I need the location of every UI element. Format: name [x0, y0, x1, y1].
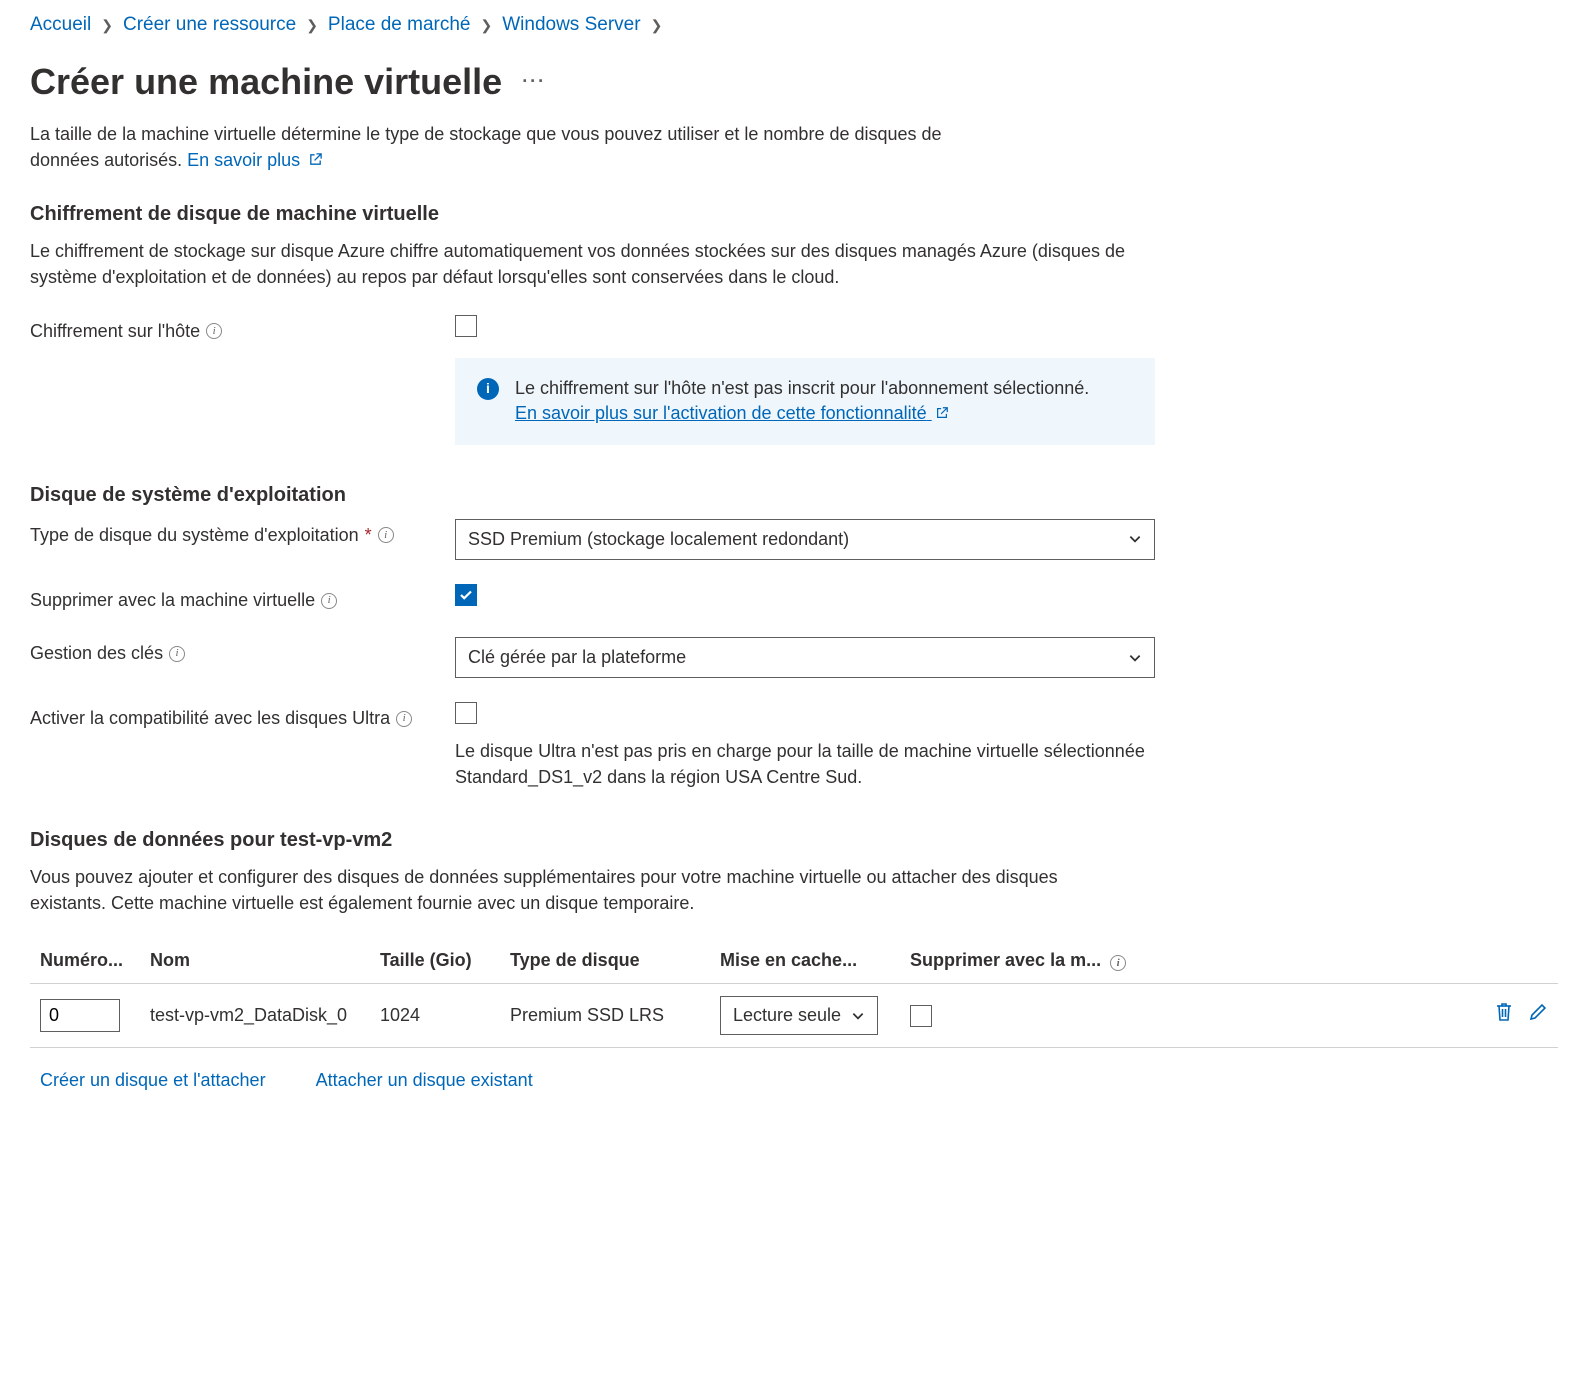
- key-management-label: Gestion des clés i: [30, 637, 455, 666]
- delete-with-vm-label-text: Supprimer avec la machine virtuelle: [30, 588, 315, 613]
- table-row: test-vp-vm2_DataDisk_0 1024 Premium SSD …: [30, 984, 1558, 1048]
- cache-value: Lecture seule: [733, 1003, 841, 1028]
- osdisk-type-label-text: Type de disque du système d'exploitation: [30, 523, 359, 548]
- col-size: Taille (Gio): [370, 940, 500, 984]
- info-icon[interactable]: i: [169, 646, 185, 662]
- cell-disk-name: test-vp-vm2_DataDisk_0: [140, 984, 370, 1048]
- osdisk-title: Disque de système d'exploitation: [30, 481, 1558, 509]
- breadcrumb-home[interactable]: Accueil: [30, 12, 91, 39]
- datadisks-table: Numéro... Nom Taille (Gio) Type de disqu…: [30, 940, 1558, 1048]
- osdisk-section: Disque de système d'exploitation Type de…: [30, 481, 1558, 790]
- datadisks-section: Disques de données pour test-vp-vm2 Vous…: [30, 826, 1558, 1094]
- callout-text: Le chiffrement sur l'hôte n'est pas insc…: [515, 376, 1089, 401]
- external-link-icon: [308, 148, 323, 174]
- breadcrumb: Accueil ❯ Créer une ressource ❯ Place de…: [30, 12, 1558, 39]
- encryption-desc: Le chiffrement de stockage sur disque Az…: [30, 238, 1130, 290]
- create-attach-disk-link[interactable]: Créer un disque et l'attacher: [40, 1068, 266, 1093]
- info-icon[interactable]: i: [378, 527, 394, 543]
- col-cache: Mise en cache...: [710, 940, 900, 984]
- more-actions-button[interactable]: ···: [522, 69, 546, 94]
- breadcrumb-marketplace[interactable]: Place de marché: [328, 12, 471, 39]
- learn-more-label: En savoir plus: [187, 150, 300, 170]
- chevron-right-icon: ❯: [101, 16, 113, 36]
- info-icon[interactable]: i: [1110, 955, 1126, 971]
- chevron-down-icon: [851, 1009, 865, 1023]
- col-name: Nom: [140, 940, 370, 984]
- key-management-select[interactable]: Clé gérée par la plateforme: [455, 637, 1155, 678]
- encryption-title: Chiffrement de disque de machine virtuel…: [30, 200, 1558, 228]
- datadisks-title: Disques de données pour test-vp-vm2: [30, 826, 1558, 854]
- cell-disk-size: 1024: [370, 984, 500, 1048]
- external-link-icon: [935, 402, 949, 427]
- host-encryption-checkbox[interactable]: [455, 315, 477, 337]
- info-icon[interactable]: i: [321, 593, 337, 609]
- chevron-down-icon: [1128, 651, 1142, 665]
- col-delete-label: Supprimer avec la m...: [910, 950, 1101, 970]
- osdisk-type-select[interactable]: SSD Premium (stockage localement redonda…: [455, 519, 1155, 560]
- datadisks-desc: Vous pouvez ajouter et configurer des di…: [30, 864, 1130, 916]
- delete-row-button[interactable]: [1494, 1001, 1514, 1030]
- required-indicator: *: [365, 523, 372, 548]
- intro-text: La taille de la machine virtuelle déterm…: [30, 121, 1005, 174]
- host-encryption-label-text: Chiffrement sur l'hôte: [30, 319, 200, 344]
- key-management-value: Clé gérée par la plateforme: [468, 645, 686, 670]
- info-icon[interactable]: i: [396, 711, 412, 727]
- attach-existing-disk-link[interactable]: Attacher un disque existant: [316, 1068, 533, 1093]
- host-encryption-label: Chiffrement sur l'hôte i: [30, 315, 455, 344]
- col-delete: Supprimer avec la m... i: [900, 940, 1558, 984]
- chevron-down-icon: [1128, 532, 1142, 546]
- ultra-disk-checkbox[interactable]: [455, 702, 477, 724]
- encryption-section: Chiffrement de disque de machine virtuel…: [30, 200, 1558, 444]
- osdisk-type-value: SSD Premium (stockage localement redonda…: [468, 527, 849, 552]
- col-type: Type de disque: [500, 940, 710, 984]
- delete-with-vm-checkbox[interactable]: [455, 584, 477, 606]
- chevron-right-icon: ❯: [306, 16, 318, 36]
- page-title-text: Créer une machine virtuelle: [30, 57, 502, 107]
- table-header-row: Numéro... Nom Taille (Gio) Type de disqu…: [30, 940, 1558, 984]
- osdisk-type-label: Type de disque du système d'exploitation…: [30, 519, 455, 548]
- cell-disk-type: Premium SSD LRS: [500, 984, 710, 1048]
- chevron-right-icon: ❯: [651, 16, 663, 36]
- ultra-disk-label-text: Activer la compatibilité avec les disque…: [30, 706, 390, 731]
- breadcrumb-create-resource[interactable]: Créer une ressource: [123, 12, 296, 39]
- ultra-disk-label: Activer la compatibilité avec les disque…: [30, 702, 455, 731]
- ultra-disk-helptext: Le disque Ultra n'est pas pris en charge…: [455, 738, 1155, 790]
- cache-select[interactable]: Lecture seule: [720, 996, 878, 1035]
- breadcrumb-windows-server[interactable]: Windows Server: [502, 12, 640, 39]
- callout-link[interactable]: En savoir plus sur l'activation de cette…: [515, 403, 949, 423]
- intro-body: La taille de la machine virtuelle déterm…: [30, 124, 942, 170]
- row-delete-checkbox[interactable]: [910, 1005, 932, 1027]
- edit-row-button[interactable]: [1528, 1001, 1548, 1030]
- encryption-callout: i Le chiffrement sur l'hôte n'est pas in…: [455, 358, 1155, 445]
- info-icon[interactable]: i: [206, 323, 222, 339]
- chevron-right-icon: ❯: [481, 16, 493, 36]
- delete-with-vm-label: Supprimer avec la machine virtuelle i: [30, 584, 455, 613]
- lun-input[interactable]: [40, 999, 120, 1032]
- page-title: Créer une machine virtuelle ···: [30, 57, 1558, 107]
- key-management-label-text: Gestion des clés: [30, 641, 163, 666]
- callout-link-label: En savoir plus sur l'activation de cette…: [515, 403, 927, 423]
- learn-more-link[interactable]: En savoir plus: [187, 150, 323, 170]
- info-badge-icon: i: [477, 378, 499, 400]
- col-lun: Numéro...: [30, 940, 140, 984]
